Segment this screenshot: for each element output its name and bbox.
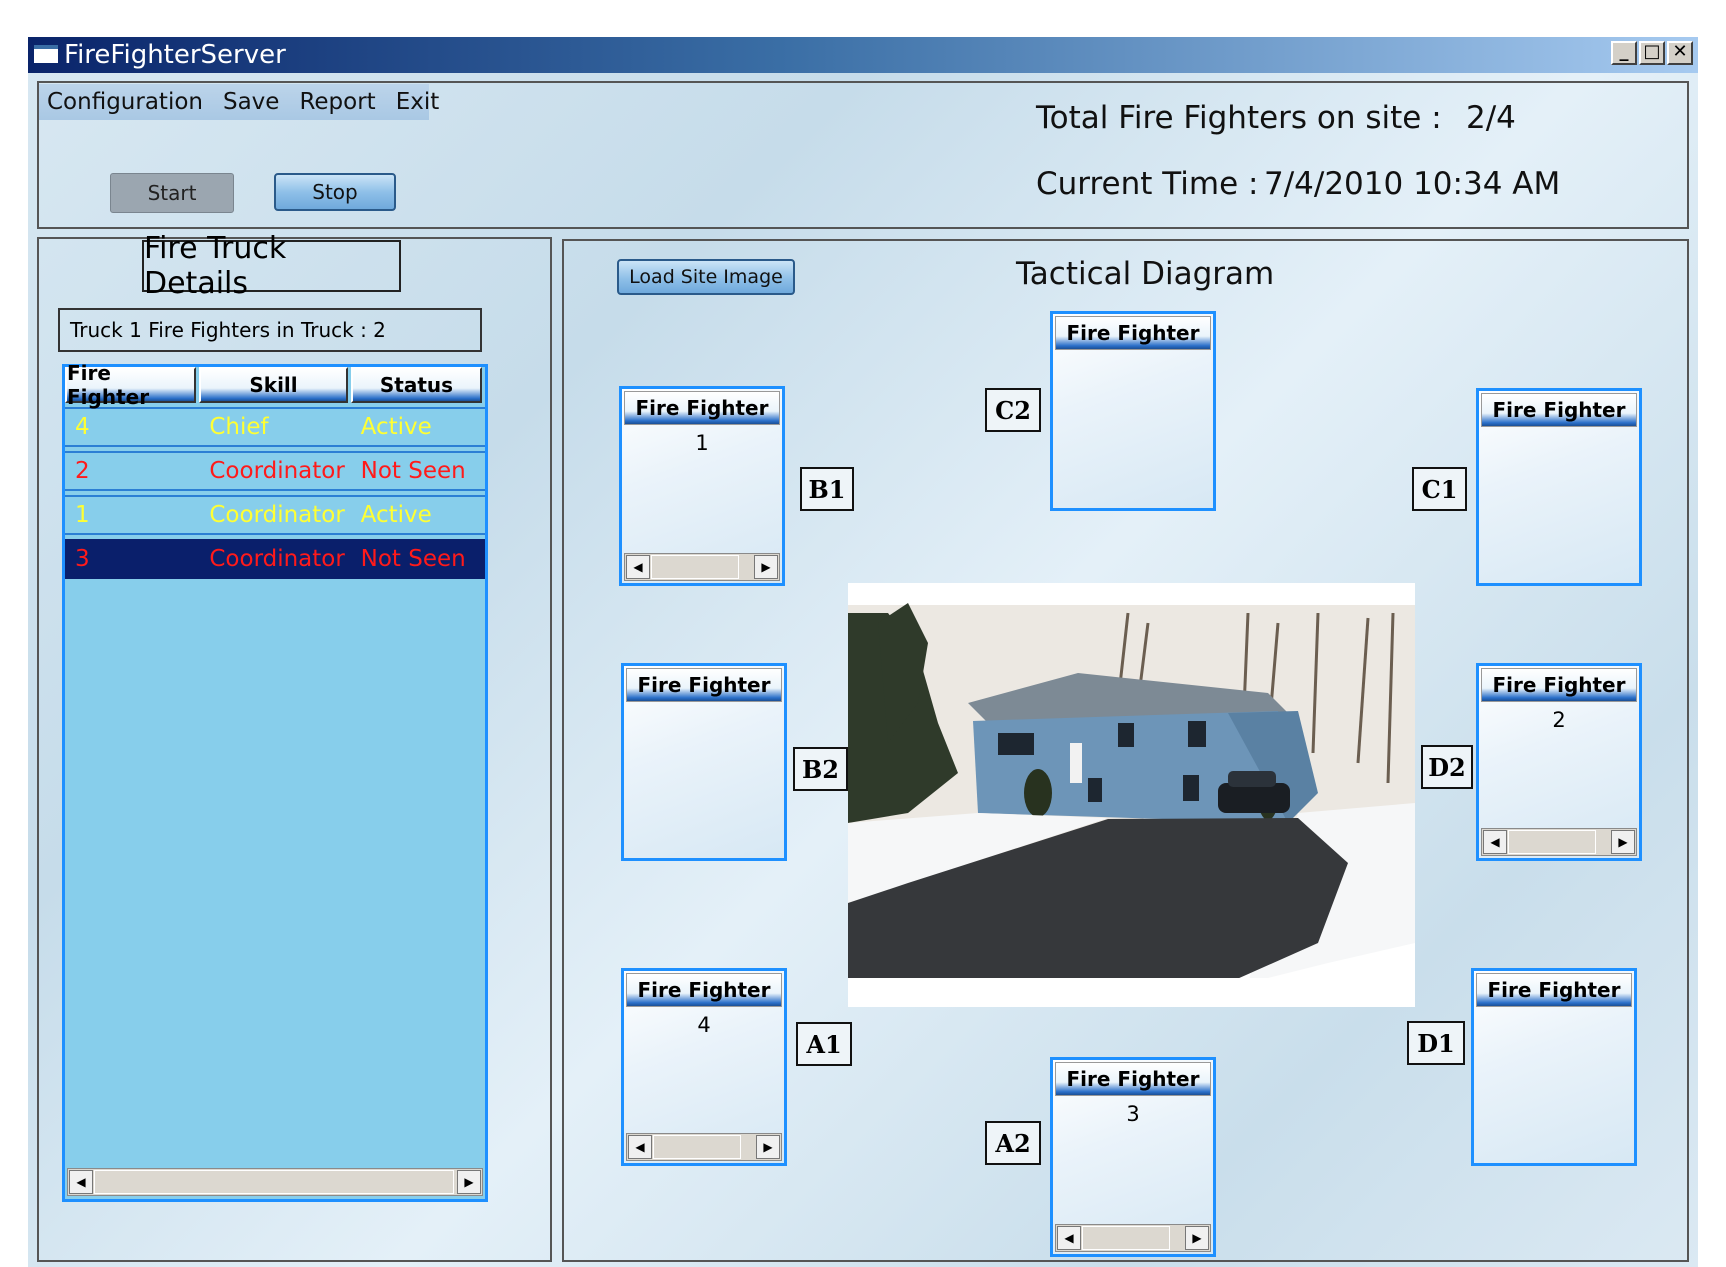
- fire-truck-title: Fire Truck Details: [142, 231, 401, 301]
- zone-scrollbar[interactable]: ◀ ▶: [624, 553, 780, 581]
- zone-box-value[interactable]: [624, 708, 784, 732]
- zone-box-header: Fire Fighter: [1055, 316, 1211, 350]
- tactical-diagram-title: Tactical Diagram: [1016, 256, 1275, 292]
- cell-fire-fighter: 1: [75, 502, 90, 528]
- house-photo: [848, 583, 1415, 1007]
- menu-configuration[interactable]: Configuration: [47, 89, 203, 115]
- cell-skill: Coordinator: [209, 502, 345, 528]
- zone-scrollbar[interactable]: ◀ ▶: [1481, 828, 1637, 856]
- zone-box-value[interactable]: [1053, 356, 1213, 380]
- cell-status: Not Seen: [360, 546, 466, 572]
- zone-box-a1: Fire Fighter 4 ◀ ▶: [621, 968, 787, 1166]
- zone-box-value[interactable]: 4: [624, 1013, 784, 1037]
- menu-exit[interactable]: Exit: [396, 89, 440, 115]
- maximize-button[interactable]: □: [1639, 41, 1665, 65]
- grid-rows: 4 Chief Active 2 Coordinator Not Seen 1 Coordin…: [65, 407, 485, 579]
- grid-horizontal-scrollbar[interactable]: ◀ ▶: [67, 1168, 483, 1196]
- cell-status: Active: [360, 414, 432, 440]
- scroll-right-arrow-icon[interactable]: ▶: [754, 555, 778, 579]
- cell-fire-fighter: 3: [75, 546, 90, 572]
- scroll-right-arrow-icon[interactable]: ▶: [756, 1135, 780, 1159]
- zone-label-c2: C2: [985, 388, 1041, 432]
- scroll-thumb[interactable]: [1082, 1226, 1170, 1250]
- scroll-left-arrow-icon[interactable]: ◀: [69, 1170, 93, 1194]
- scroll-left-arrow-icon[interactable]: ◀: [1483, 830, 1507, 854]
- total-fighters-label: Total Fire Fighters on site :: [1036, 100, 1442, 136]
- scroll-right-arrow-icon[interactable]: ▶: [457, 1170, 481, 1194]
- zone-box-header: Fire Fighter: [1481, 393, 1637, 427]
- scroll-thumb[interactable]: [653, 1135, 741, 1159]
- zone-scrollbar[interactable]: ◀ ▶: [626, 1133, 782, 1161]
- scroll-thumb[interactable]: [94, 1170, 454, 1194]
- scroll-left-arrow-icon[interactable]: ◀: [626, 555, 650, 579]
- load-site-image-button[interactable]: Load Site Image: [617, 259, 795, 295]
- close-button[interactable]: ✕: [1667, 41, 1693, 65]
- scroll-thumb[interactable]: [651, 555, 739, 579]
- column-header-fire-fighter[interactable]: Fire Fighter: [65, 361, 197, 409]
- zone-box-b2: Fire Fighter: [621, 663, 787, 861]
- zone-box-b1: Fire Fighter 1 ◀ ▶: [619, 386, 785, 586]
- site-image: [848, 583, 1415, 1007]
- zone-box-d1: Fire Fighter: [1471, 968, 1637, 1166]
- scroll-right-arrow-icon[interactable]: ▶: [1611, 830, 1635, 854]
- cell-status: Active: [360, 502, 432, 528]
- minimize-button[interactable]: _: [1611, 41, 1637, 65]
- zone-box-value[interactable]: 2: [1479, 708, 1639, 732]
- zone-box-d2: Fire Fighter 2 ◀ ▶: [1476, 663, 1642, 861]
- zone-label-b2: B2: [793, 747, 848, 791]
- fire-fighter-grid: Fire Fighter Skill Status 4 Chief Active 2 C…: [62, 361, 488, 1202]
- stop-button[interactable]: Stop: [274, 173, 396, 211]
- cell-fire-fighter: 2: [75, 458, 90, 484]
- cell-skill: Coordinator: [209, 458, 345, 484]
- zone-box-header: Fire Fighter: [1481, 668, 1637, 702]
- zone-box-c1: Fire Fighter: [1476, 388, 1642, 586]
- zone-box-header: Fire Fighter: [1055, 1062, 1211, 1096]
- zone-label-c1: C1: [1412, 467, 1467, 511]
- zone-box-c2: Fire Fighter: [1050, 311, 1216, 511]
- zone-box-header: Fire Fighter: [626, 973, 782, 1007]
- current-time-label: Current Time :: [1036, 166, 1259, 202]
- table-row[interactable]: 4 Chief Active: [65, 407, 485, 447]
- cell-skill: Chief: [209, 414, 269, 440]
- total-fighters-value: 2/4: [1466, 100, 1516, 136]
- scroll-left-arrow-icon[interactable]: ◀: [1057, 1226, 1081, 1250]
- zone-label-b1: B1: [800, 467, 854, 511]
- cell-fire-fighter: 4: [75, 414, 90, 440]
- zone-box-header: Fire Fighter: [624, 391, 780, 425]
- cell-status: Not Seen: [360, 458, 466, 484]
- title-bar: FireFighterServer _ □ ✕: [28, 37, 1698, 73]
- zone-scrollbar[interactable]: ◀ ▶: [1055, 1224, 1211, 1252]
- zone-box-header: Fire Fighter: [1476, 973, 1632, 1007]
- zone-label-d2: D2: [1421, 745, 1473, 789]
- zone-box-value[interactable]: [1474, 1013, 1634, 1037]
- scroll-right-arrow-icon[interactable]: ▶: [1185, 1226, 1209, 1250]
- grid-header: Fire Fighter Skill Status: [65, 361, 485, 409]
- menu-bar: Configuration Save Report Exit: [39, 84, 439, 120]
- truck-info: Truck 1 Fire Fighters in Truck : 2: [58, 308, 482, 352]
- zone-box-value[interactable]: [1479, 433, 1639, 457]
- zone-box-value[interactable]: 3: [1053, 1102, 1213, 1126]
- zone-label-a2: A2: [985, 1121, 1041, 1165]
- menu-report[interactable]: Report: [299, 89, 375, 115]
- table-row[interactable]: 1 Coordinator Active: [65, 495, 485, 535]
- zone-box-value[interactable]: 1: [622, 431, 782, 455]
- zone-label-a1: A1: [796, 1022, 852, 1066]
- cell-skill: Coordinator: [209, 546, 345, 572]
- menu-save[interactable]: Save: [223, 89, 279, 115]
- table-row[interactable]: 3 Coordinator Not Seen: [65, 539, 485, 579]
- column-header-status[interactable]: Status: [350, 367, 482, 403]
- table-row[interactable]: 2 Coordinator Not Seen: [65, 451, 485, 491]
- zone-box-a2: Fire Fighter 3 ◀ ▶: [1050, 1057, 1216, 1257]
- scroll-left-arrow-icon[interactable]: ◀: [628, 1135, 652, 1159]
- column-header-skill[interactable]: Skill: [199, 367, 348, 403]
- zone-label-d1: D1: [1407, 1021, 1465, 1065]
- scroll-thumb[interactable]: [1508, 830, 1596, 854]
- window-title: FireFighterServer: [64, 40, 286, 70]
- current-time-value: 7/4/2010 10:34 AM: [1264, 166, 1561, 202]
- zone-box-header: Fire Fighter: [626, 668, 782, 702]
- window-icon: [34, 45, 58, 63]
- start-button[interactable]: Start: [110, 173, 234, 213]
